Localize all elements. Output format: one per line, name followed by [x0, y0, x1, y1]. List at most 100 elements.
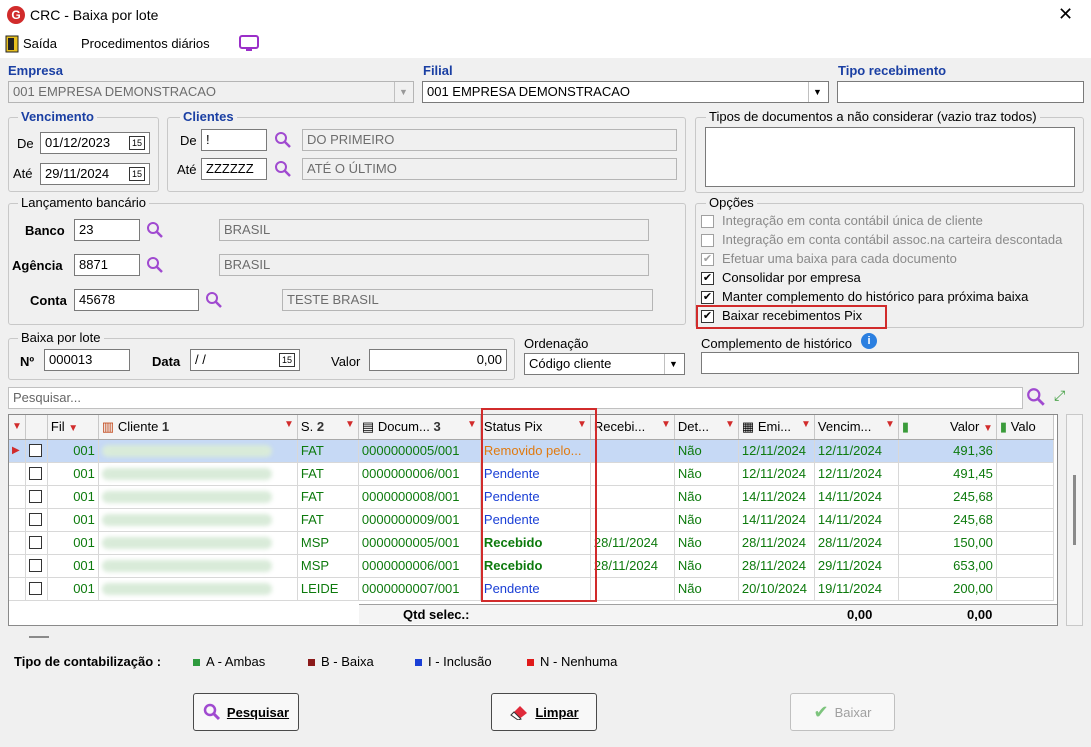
- expand-icon[interactable]: ⤢: [1054, 387, 1065, 404]
- grid-scrollbar[interactable]: [1066, 414, 1083, 626]
- agencia-name: BRASIL: [219, 254, 649, 276]
- row-indicator: [9, 577, 26, 601]
- vencimento-de-label: De: [17, 136, 34, 151]
- total-selected-2: 0,00: [967, 607, 993, 622]
- col-emissao[interactable]: ▦ Emi... ▼: [738, 415, 815, 440]
- filial-select[interactable]: 001 EMPRESA DEMONSTRACAO: [422, 81, 829, 103]
- option-checkbox[interactable]: ✔: [701, 291, 714, 304]
- tipos-documentos-input[interactable]: [705, 127, 1075, 187]
- legend-text: N - Nenhuma: [540, 654, 618, 669]
- chevron-down-icon[interactable]: ▼: [808, 82, 826, 102]
- row-checkbox[interactable]: [25, 531, 48, 555]
- baixar-label: Baixar: [834, 704, 872, 720]
- info-icon[interactable]: i: [861, 333, 877, 349]
- col-vencimento[interactable]: Vencim... ▼: [814, 415, 899, 440]
- lote-num-input[interactable]: 000013: [44, 349, 130, 371]
- highlight-box: [696, 305, 887, 329]
- cell-valor2: [996, 508, 1054, 532]
- col-det[interactable]: Det... ▼: [674, 415, 739, 440]
- search-icon[interactable]: [205, 291, 223, 309]
- ordenacao-select[interactable]: Código cliente: [524, 353, 685, 375]
- option-checkbox[interactable]: ✔: [701, 272, 714, 285]
- pesquisar-button[interactable]: Pesquisar: [193, 693, 299, 731]
- grid-resize-handle[interactable]: [29, 636, 49, 638]
- lote-data-label: Data: [152, 354, 181, 369]
- col-documento[interactable]: ▤ Docum... 3 ▼: [358, 415, 481, 440]
- baixar-button[interactable]: ✔ Baixar: [790, 693, 895, 731]
- search-icon[interactable]: [274, 160, 292, 178]
- search-icon[interactable]: [146, 221, 164, 239]
- row-checkbox[interactable]: [25, 439, 48, 463]
- cell-cliente-blurred: [98, 462, 298, 486]
- tipo-recebimento-label: Tipo recebimento: [838, 63, 947, 78]
- complemento-input[interactable]: [701, 352, 1079, 374]
- option-checkbox: ✔: [701, 253, 714, 266]
- conta-label: Conta: [30, 293, 67, 308]
- search-icon[interactable]: [1026, 387, 1046, 407]
- row-checkbox[interactable]: [25, 462, 48, 486]
- cell-recebimento: [590, 508, 675, 532]
- cell-valor2: [996, 577, 1054, 601]
- calendar-icon[interactable]: 15: [129, 167, 145, 181]
- row-checkbox[interactable]: [25, 577, 48, 601]
- cliente-ate-code[interactable]: ZZZZZZ: [201, 158, 267, 180]
- lote-valor-label: Valor: [331, 354, 361, 369]
- cell-fil: 001: [47, 508, 99, 532]
- limpar-button[interactable]: Limpar: [491, 693, 597, 731]
- cell-cliente-blurred: [98, 439, 298, 463]
- cell-valor: 245,68: [898, 508, 997, 532]
- calendar-icon[interactable]: 15: [129, 136, 145, 150]
- cell-vencimento: 12/11/2024: [814, 439, 899, 463]
- clientes-de-label: De: [180, 133, 197, 148]
- cell-valor2: [996, 531, 1054, 555]
- col-serie[interactable]: S. 2 ▼: [297, 415, 359, 440]
- row-indicator: [9, 531, 26, 555]
- row-checkbox[interactable]: [25, 508, 48, 532]
- col-indicator[interactable]: ▼: [9, 415, 26, 440]
- cell-documento: 0000000006/001: [358, 554, 481, 578]
- lote-num-label: Nº: [20, 354, 35, 369]
- lote-valor-input[interactable]: 0,00: [369, 349, 507, 371]
- grid-search-input[interactable]: Pesquisar...: [8, 387, 1023, 409]
- menu-daily-procedures[interactable]: Procedimentos diários: [81, 36, 210, 51]
- cell-fil: 001: [47, 439, 99, 463]
- monitor-icon[interactable]: [239, 35, 259, 52]
- tipo-recebimento-input[interactable]: [837, 81, 1084, 103]
- search-icon[interactable]: [274, 131, 292, 149]
- row-checkbox[interactable]: [25, 554, 48, 578]
- legend-text: I - Inclusão: [428, 654, 492, 669]
- menu-exit[interactable]: Saída: [23, 36, 57, 51]
- cell-recebimento: 28/11/2024: [590, 554, 675, 578]
- agencia-input[interactable]: 8871: [74, 254, 140, 276]
- cliente-de-code[interactable]: !: [201, 129, 267, 151]
- col-valor[interactable]: ▮ Valor ▼: [898, 415, 997, 440]
- chevron-down-icon[interactable]: ▼: [664, 354, 682, 374]
- banco-input[interactable]: 23: [74, 219, 140, 241]
- legend-label: Tipo de contabilização :: [14, 654, 162, 669]
- total-selected-1: 0,00: [847, 607, 873, 622]
- cell-emissao: 14/11/2024: [738, 508, 815, 532]
- conta-input[interactable]: 45678: [74, 289, 199, 311]
- cell-recebimento: [590, 577, 675, 601]
- conta-name: TESTE BRASIL: [282, 289, 653, 311]
- option-label: Manter complemento do histórico para pró…: [722, 289, 1029, 304]
- lancamento-title: Lançamento bancário: [18, 195, 150, 210]
- cell-emissao: 28/11/2024: [738, 531, 815, 555]
- close-button[interactable]: ✕: [1058, 4, 1073, 25]
- cell-serie: FAT: [297, 462, 359, 486]
- cell-det: Não: [674, 485, 739, 509]
- col-cliente[interactable]: ▥ Cliente 1 ▼: [98, 415, 298, 440]
- cell-documento: 0000000005/001: [358, 439, 481, 463]
- search-icon[interactable]: [146, 256, 164, 274]
- legend-text: B - Baixa: [321, 654, 374, 669]
- cell-documento: 0000000007/001: [358, 577, 481, 601]
- col-check: [25, 415, 48, 440]
- col-recebimento[interactable]: Recebi... ▼: [590, 415, 675, 440]
- calendar-icon[interactable]: 15: [279, 353, 295, 367]
- status-pix-highlight: [481, 408, 597, 602]
- cell-cliente-blurred: [98, 577, 298, 601]
- row-checkbox[interactable]: [25, 485, 48, 509]
- col-fil[interactable]: Fil ▼: [47, 415, 99, 440]
- vencimento-title: Vencimento: [18, 109, 97, 124]
- col-valor2[interactable]: ▮ Valo: [996, 415, 1054, 440]
